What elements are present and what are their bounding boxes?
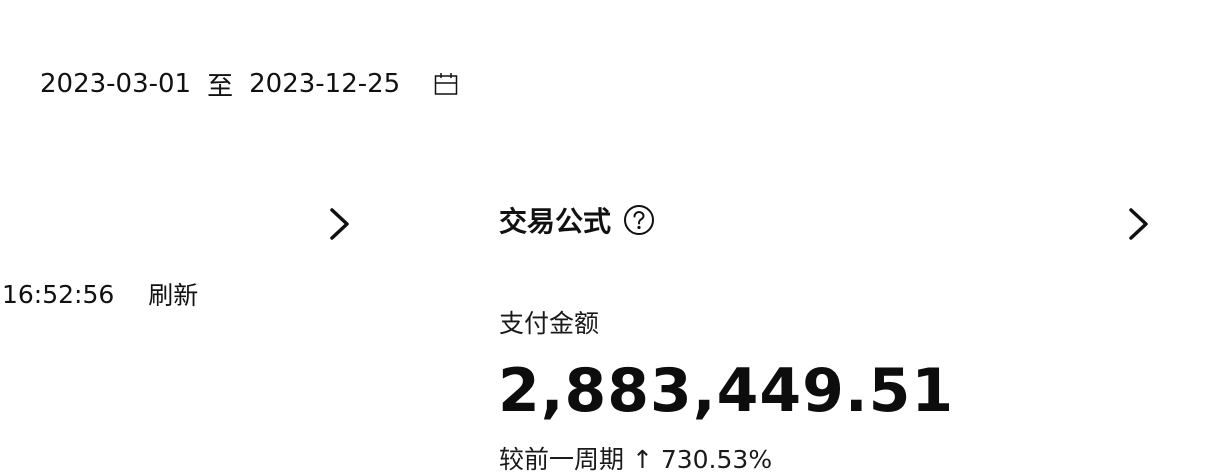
date-start: 2023-03-01 [40, 69, 192, 99]
section-title: 交易公式 [499, 205, 612, 238]
section-header: 交易公式 [499, 200, 655, 240]
date-end: 2023-12-25 [249, 69, 401, 99]
chevron-right-icon[interactable] [328, 207, 352, 241]
date-range-picker[interactable]: 2023-03-01 至 2023-12-25 [40, 66, 458, 102]
metric-label: 支付金额 [499, 309, 600, 338]
update-row: 16:52:56 刷新 [2, 276, 198, 312]
calendar-icon[interactable] [434, 72, 458, 96]
question-circle-icon[interactable] [623, 204, 655, 236]
metric-value: 2,883,449.51 [498, 356, 955, 426]
metric-compare: 较前一周期 ↑ 730.53% [499, 445, 773, 474]
refresh-button[interactable]: 刷新 [148, 276, 198, 312]
update-time: 16:52:56 [2, 279, 115, 309]
date-separator: 至 [207, 71, 234, 102]
chevron-right-icon[interactable] [1127, 207, 1151, 241]
